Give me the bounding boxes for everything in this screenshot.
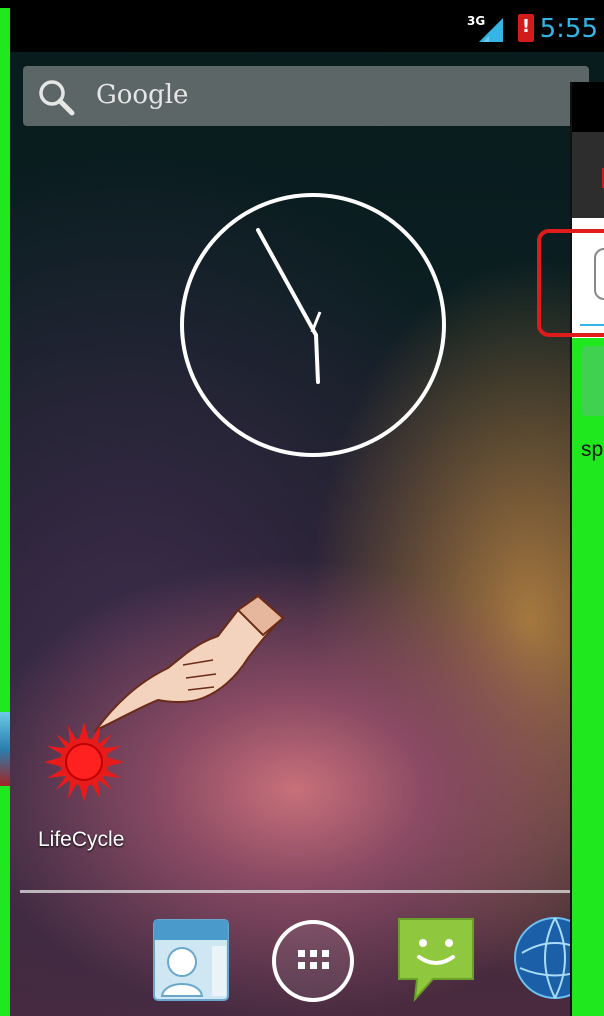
app-label-lifecycle[interactable]: LifeCycle — [38, 828, 124, 852]
overlay-title-bar — [572, 82, 604, 132]
messaging-icon[interactable] — [393, 913, 479, 1003]
pointing-hand-icon — [92, 594, 285, 733]
android-home-screen: 3G ! 5:55 Google LifeCycle — [10, 0, 604, 1016]
status-bar: 3G ! 5:55 — [10, 0, 604, 52]
overlapping-app-window: sp — [570, 82, 604, 1016]
battery-alert-icon: ! — [518, 14, 534, 42]
contacts-icon[interactable] — [150, 918, 232, 1002]
clock-hour-hand — [314, 333, 320, 384]
google-search-bar[interactable]: Google — [23, 66, 589, 126]
search-label: Google — [96, 80, 189, 110]
overlay-green-button[interactable] — [582, 346, 604, 416]
app-drawer-icon[interactable] — [270, 918, 356, 1004]
status-time: 5:55 — [539, 14, 598, 44]
red-sun-icon[interactable] — [44, 722, 124, 802]
search-icon — [39, 80, 75, 116]
background-image-fragment — [0, 712, 10, 786]
highlight-box — [537, 229, 604, 337]
analog-clock-widget[interactable] — [178, 192, 458, 462]
signal-icon — [479, 18, 503, 42]
dock-divider — [20, 890, 604, 893]
overlay-action-bar — [572, 132, 604, 218]
overlay-partial-text: sp — [581, 438, 604, 461]
clock-minute-hand — [256, 228, 318, 337]
background-strip — [0, 0, 10, 1016]
battery-warning-mark: ! — [521, 16, 531, 37]
